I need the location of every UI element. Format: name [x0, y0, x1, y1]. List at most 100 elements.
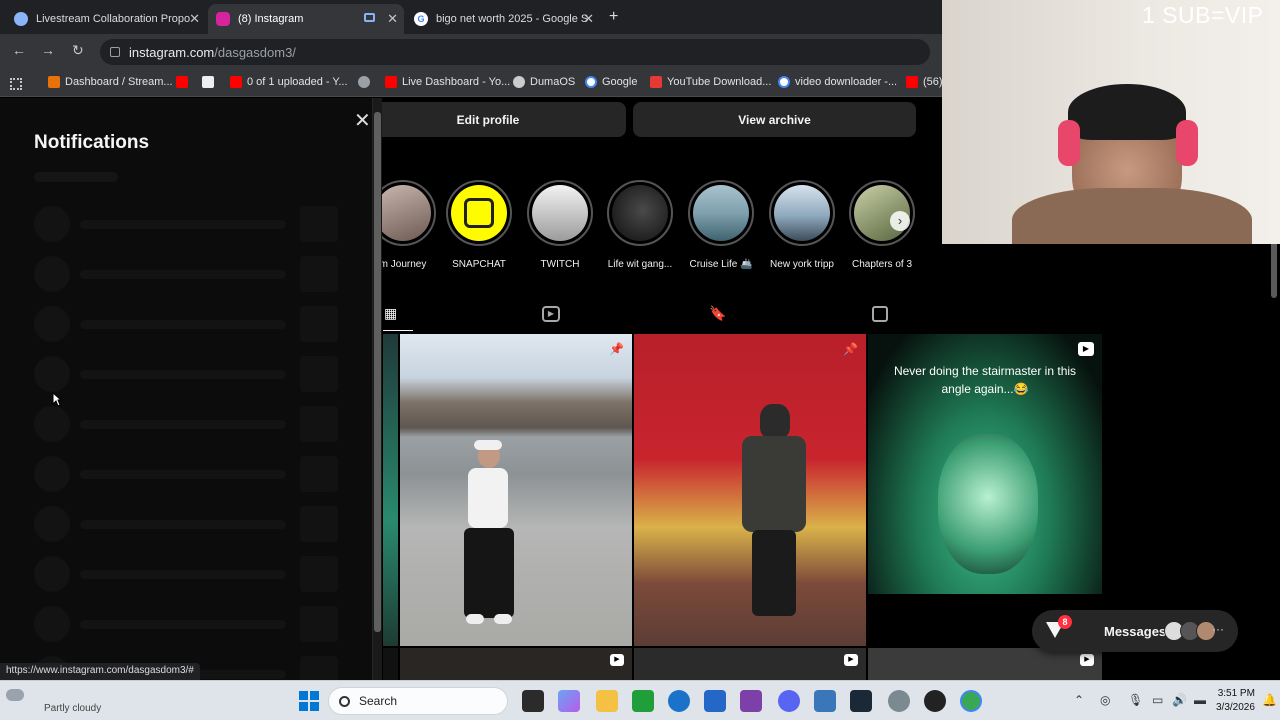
posts-grid-tab[interactable]: ▦ [384, 305, 397, 322]
reel-play-icon: ▶ [1078, 342, 1094, 356]
weather-icon [6, 689, 24, 701]
highlight-snapchat[interactable]: SNAPCHAT [446, 180, 512, 270]
highlight-cruise-life[interactable]: Cruise Life 🚢 [688, 180, 754, 270]
reload-icon[interactable]: ↻ [72, 42, 84, 59]
chrome-icon[interactable] [960, 690, 982, 712]
notification-bell-icon[interactable]: 🔔 [1262, 693, 1277, 707]
steam-icon[interactable] [850, 690, 872, 712]
bookmark-google[interactable]: Google [585, 76, 637, 88]
copilot-icon[interactable] [558, 690, 580, 712]
xbox-game-icon[interactable] [632, 690, 654, 712]
tab-label: bigo net worth 2025 - Google S [436, 13, 589, 25]
post-thumbnail[interactable] [383, 648, 398, 680]
notification-placeholder [34, 506, 338, 542]
tab-instagram[interactable]: (8) Instagram ✕ [208, 4, 404, 34]
amazon-icon [202, 76, 214, 88]
microphone-icon[interactable]: 🎙 [1128, 693, 1143, 707]
forward-arrow-icon[interactable]: → [41, 42, 55, 58]
start-windows-icon[interactable] [299, 691, 319, 711]
reel-play-icon: ▶ [844, 654, 858, 666]
saved-bookmark-tab[interactable]: 🔖 [709, 305, 726, 322]
bookmark-uploaded[interactable]: 0 of 1 uploaded - Y... [230, 76, 348, 88]
store-icon[interactable] [704, 690, 726, 712]
chrome-icon[interactable] [888, 690, 910, 712]
chevron-up-icon[interactable]: ⌃ [1074, 693, 1084, 707]
task-view-icon[interactable] [522, 690, 544, 712]
display-icon[interactable]: ▭ [1152, 693, 1163, 707]
obs-icon[interactable] [924, 690, 946, 712]
bookmark-youtube-download[interactable]: YouTube Download... [650, 76, 771, 88]
browser-toolbar: ← → ↻ instagram.com/dasgasdom3/ [0, 34, 942, 70]
edit-profile-button[interactable]: Edit profile [350, 102, 626, 137]
tab-google-search[interactable]: G bigo net worth 2025 - Google S ✕ [406, 4, 600, 34]
bookmark-amazon[interactable] [202, 76, 219, 88]
address-domain: instagram.com [129, 44, 215, 60]
post-thumbnail[interactable]: ▶ [634, 648, 866, 680]
network-icon[interactable]: ◎ [1100, 693, 1110, 707]
highlight-life-wit-gang[interactable]: Life wit gang... [607, 180, 673, 270]
post-stairmaster-video[interactable]: Never doing the stairmaster in this angl… [868, 334, 1102, 594]
back-arrow-icon[interactable]: ← [12, 42, 26, 58]
reels-tab[interactable]: ▶ [542, 306, 560, 322]
highlight-twitch[interactable]: TWITCH [527, 180, 593, 270]
bookmark-label: Google [602, 76, 638, 88]
tagged-tab[interactable] [872, 306, 888, 322]
streamer-figure [1012, 70, 1252, 244]
close-tab-icon[interactable]: ✕ [583, 11, 594, 27]
bookmark-dashboard[interactable]: Dashboard / Stream... [48, 76, 173, 88]
post-shop-photo[interactable]: 📌 [634, 334, 866, 646]
file-explorer-icon[interactable] [596, 690, 618, 712]
bookmark-live-dashboard[interactable]: Live Dashboard - Yo... [385, 76, 510, 88]
close-icon[interactable]: ✕ [354, 108, 371, 133]
highlight-thumbnail [774, 185, 830, 241]
view-archive-button[interactable]: View archive [633, 102, 916, 137]
notifications-scrollbar[interactable] [373, 98, 382, 680]
notification-placeholder [34, 606, 338, 642]
bookmark-56[interactable]: (56) [906, 76, 943, 88]
bookmark-globe[interactable] [358, 76, 375, 88]
post-desert-photo[interactable]: 📌 [400, 334, 632, 646]
weather-widget[interactable]: Partly cloudy [4, 685, 114, 717]
new-tab-button[interactable]: + [609, 8, 618, 26]
system-clock[interactable]: 3:51 PM 3/3/2026 [1216, 687, 1255, 715]
snapcode-icon [451, 185, 507, 241]
discord-icon[interactable] [778, 690, 800, 712]
edge-icon[interactable] [668, 690, 690, 712]
highlights-next-button[interactable]: › [890, 211, 910, 231]
site-info-icon[interactable] [110, 47, 120, 57]
highlight-label: Cruise Life 🚢 [689, 259, 753, 270]
battery-icon[interactable]: ▬ [1194, 693, 1206, 707]
tab-label: (8) Instagram [238, 13, 304, 25]
tab-livestream[interactable]: Livestream Collaboration Propo ✕ [6, 4, 206, 34]
person-figure [736, 404, 816, 636]
mouse-cursor-icon [52, 392, 62, 407]
taskbar-search[interactable]: Search [328, 687, 508, 715]
browser-tab-strip: Livestream Collaboration Propo ✕ (8) Ins… [0, 0, 942, 34]
more-icon: ··· [1212, 622, 1224, 636]
highlight-thumbnail [375, 185, 431, 241]
weather-label: Partly cloudy [44, 703, 102, 714]
bookmark-video-downloader[interactable]: video downloader -... [778, 76, 897, 88]
address-bar[interactable]: instagram.com/dasgasdom3/ [100, 39, 930, 65]
notification-placeholder [34, 256, 338, 292]
apps-grid-icon[interactable] [10, 78, 22, 90]
bookmark-dumaos[interactable]: DumaOS [513, 76, 575, 88]
app-icon[interactable] [740, 690, 762, 712]
youtube-icon [385, 76, 397, 88]
close-tab-icon[interactable]: ✕ [189, 11, 200, 27]
volume-icon[interactable]: 🔊 [1172, 693, 1187, 707]
app-icon[interactable] [814, 690, 836, 712]
bookmark-youtube[interactable] [176, 76, 193, 88]
instagram-icon [216, 12, 230, 26]
messages-label: Messages [1104, 623, 1167, 639]
post-thumbnail[interactable]: ▶ [868, 648, 1102, 680]
post-thumbnail[interactable] [383, 334, 398, 646]
highlight-new-york[interactable]: New york tripp [769, 180, 835, 270]
youtube-icon [906, 76, 918, 88]
youtube-icon [176, 76, 188, 88]
youtube-icon [230, 76, 242, 88]
messages-button[interactable]: 8 Messages ··· [1032, 610, 1238, 652]
post-thumbnail[interactable]: ▶ [400, 648, 632, 680]
scrollbar-thumb[interactable] [374, 112, 381, 632]
close-tab-icon[interactable]: ✕ [387, 11, 398, 27]
